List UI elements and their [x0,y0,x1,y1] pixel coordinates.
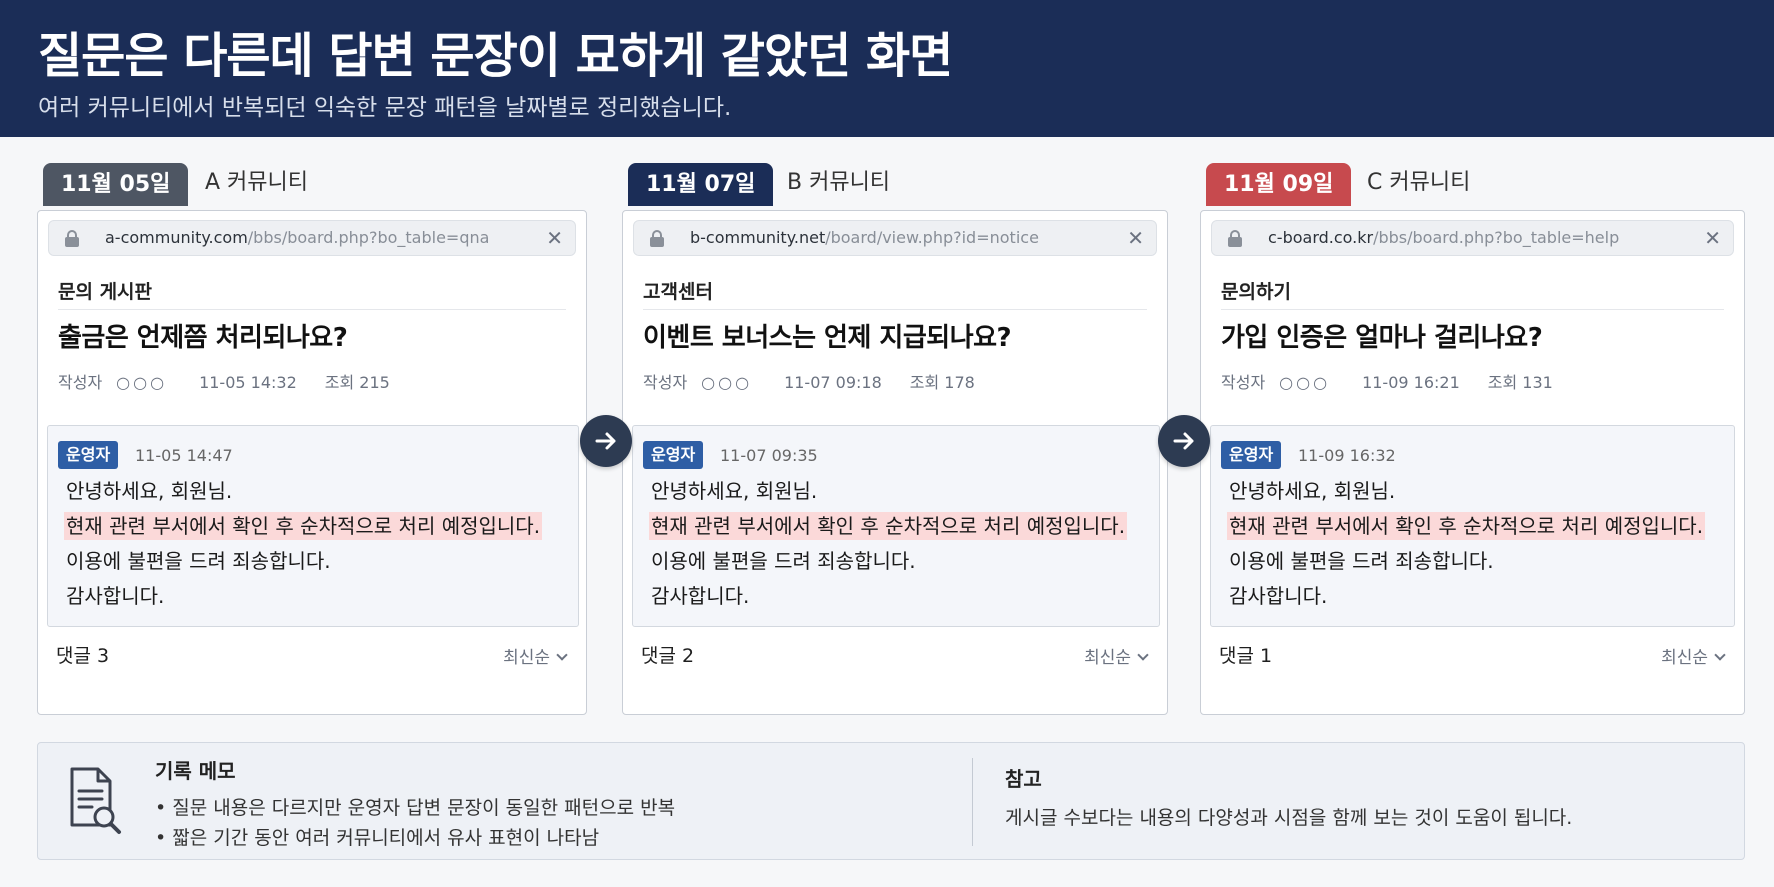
column-c: 11월 09일 C 커뮤니티 c-board.co.kr/bbs/board.p… [1200,160,1745,715]
address-bar[interactable]: b-community.net/board/view.php?id=notice… [633,220,1157,256]
answer-time: 11-09 16:32 [1298,446,1396,465]
author-name: ○○○ [701,373,753,392]
admin-badge: 운영자 [643,441,704,469]
post-meta: 작성자 ○○○ 11-05 14:32 조회 215 [58,369,418,393]
community-name: A 커뮤니티 [205,170,309,195]
comment-count: 댓글 1 [1219,645,1273,667]
close-icon[interactable]: ✕ [1127,225,1144,251]
view-count: 조회 131 [1487,373,1553,392]
note-title: 참고 [1005,767,1042,791]
post-meta: 작성자 ○○○ 11-09 16:21 조회 131 [1221,369,1581,393]
memo-bullet: • 짧은 기간 동안 여러 커뮤니티에서 유사 표현이 나타남 [155,827,600,849]
answer-line-highlighted: 현재 관련 부서에서 확인 후 순차적으로 처리 예정입니다. [1227,512,1706,540]
author-label: 작성자 [1221,373,1266,392]
answer-line: 안녕하세요, 회원님. [66,479,233,503]
post-time: 11-07 09:18 [784,373,882,392]
sort-label: 최신순 [503,648,550,668]
sort-dropdown[interactable]: 최신순 [1661,643,1726,668]
date-tab[interactable]: 11월 05일 [43,163,189,206]
close-icon[interactable]: ✕ [1704,225,1721,251]
url-text: c-board.co.kr/bbs/board.php?bo_table=hel… [1268,228,1620,247]
memo-bullet: • 질문 내용은 다르지만 운영자 답변 문장이 동일한 패턴으로 반복 [155,797,676,819]
answer-time: 11-05 14:47 [135,446,233,465]
admin-badge: 운영자 [1221,441,1282,469]
address-bar[interactable]: c-board.co.kr/bbs/board.php?bo_table=hel… [1211,220,1734,256]
author-name: ○○○ [1279,373,1331,392]
answer-time: 11-07 09:35 [720,446,818,465]
post-meta: 작성자 ○○○ 11-07 09:18 조회 178 [643,369,1003,393]
date-tab[interactable]: 11월 07일 [628,163,774,206]
memo-panel: 기록 메모 • 질문 내용은 다르지만 운영자 답변 문장이 동일한 패턴으로 … [37,742,1745,860]
post-time: 11-09 16:21 [1362,373,1460,392]
board-name: 문의하기 [1221,281,1291,303]
chevron-down-icon [556,649,568,661]
answer-line: 이용에 불편을 드려 죄송합니다. [1229,549,1494,573]
close-icon[interactable]: ✕ [546,225,563,251]
admin-answer: 운영자 11-07 09:35 안녕하세요, 회원님. 현재 관련 부서에서 확… [632,425,1160,627]
view-count: 조회 215 [324,373,390,392]
page-header: 질문은 다른데 답변 문장이 묘하게 같았던 화면 여러 커뮤니티에서 반복되던… [0,0,1774,137]
sort-dropdown[interactable]: 최신순 [1084,643,1149,668]
page-title: 질문은 다른데 답변 문장이 묘하게 같았던 화면 [38,28,953,84]
arrow-right-icon [1158,415,1210,467]
divider [1221,309,1724,310]
answer-line: 이용에 불편을 드려 죄송합니다. [66,549,331,573]
column-b: 11월 07일 B 커뮤니티 b-community.net/board/vie… [622,160,1168,715]
answer-line-highlighted: 현재 관련 부서에서 확인 후 순차적으로 처리 예정입니다. [649,512,1128,540]
answer-line: 이용에 불편을 드려 죄송합니다. [651,549,916,573]
answer-line: 감사합니다. [1229,584,1328,608]
answer-line: 감사합니다. [66,584,165,608]
admin-answer: 운영자 11-05 14:47 안녕하세요, 회원님. 현재 관련 부서에서 확… [47,425,579,627]
sort-dropdown[interactable]: 최신순 [503,643,568,668]
comment-count: 댓글 2 [641,645,695,667]
page-subtitle: 여러 커뮤니티에서 반복되던 익숙한 문장 패턴을 날짜별로 정리했습니다. [38,95,732,121]
answer-line: 감사합니다. [651,584,750,608]
post-time: 11-05 14:32 [199,373,297,392]
author-label: 작성자 [58,373,103,392]
answer-line: 안녕하세요, 회원님. [1229,479,1396,503]
view-count: 조회 178 [909,373,975,392]
board-name: 문의 게시판 [58,281,153,303]
sort-label: 최신순 [1661,648,1708,668]
address-bar[interactable]: a-community.com/bbs/board.php?bo_table=q… [48,220,576,256]
chevron-down-icon [1137,649,1149,661]
comment-count: 댓글 3 [56,645,110,667]
memo-title: 기록 메모 [155,759,236,783]
answer-line: 안녕하세요, 회원님. [651,479,818,503]
arrow-right-icon [580,415,632,467]
lock-icon [650,230,664,247]
sort-label: 최신순 [1084,648,1131,668]
author-name: ○○○ [116,373,168,392]
lock-icon [65,230,79,247]
document-search-icon [66,765,126,839]
divider [972,758,973,846]
browser-card: a-community.com/bbs/board.php?bo_table=q… [37,210,587,715]
admin-badge: 운영자 [58,441,119,469]
browser-card: c-board.co.kr/bbs/board.php?bo_table=hel… [1200,210,1745,715]
column-a: 11월 05일 A 커뮤니티 a-community.com/bbs/board… [37,160,587,715]
url-text: a-community.com/bbs/board.php?bo_table=q… [105,228,490,247]
board-name: 고객센터 [643,281,713,303]
divider [58,309,566,310]
date-tab[interactable]: 11월 09일 [1206,163,1352,206]
community-name: B 커뮤니티 [787,170,891,195]
admin-answer: 운영자 11-09 16:32 안녕하세요, 회원님. 현재 관련 부서에서 확… [1210,425,1735,627]
post-title: 출금은 언제쯤 처리되나요? [58,323,348,353]
community-name: C 커뮤니티 [1367,170,1471,195]
post-title: 가입 인증은 얼마나 걸리나요? [1221,323,1543,353]
chevron-down-icon [1714,649,1726,661]
author-label: 작성자 [643,373,688,392]
note-text: 게시글 수보다는 내용의 다양성과 시점을 함께 보는 것이 도움이 됩니다. [1005,807,1573,829]
lock-icon [1228,230,1242,247]
browser-card: b-community.net/board/view.php?id=notice… [622,210,1168,715]
post-title: 이벤트 보너스는 언제 지급되나요? [643,323,1012,353]
divider [643,309,1147,310]
answer-line-highlighted: 현재 관련 부서에서 확인 후 순차적으로 처리 예정입니다. [64,512,543,540]
url-text: b-community.net/board/view.php?id=notice [690,228,1039,247]
